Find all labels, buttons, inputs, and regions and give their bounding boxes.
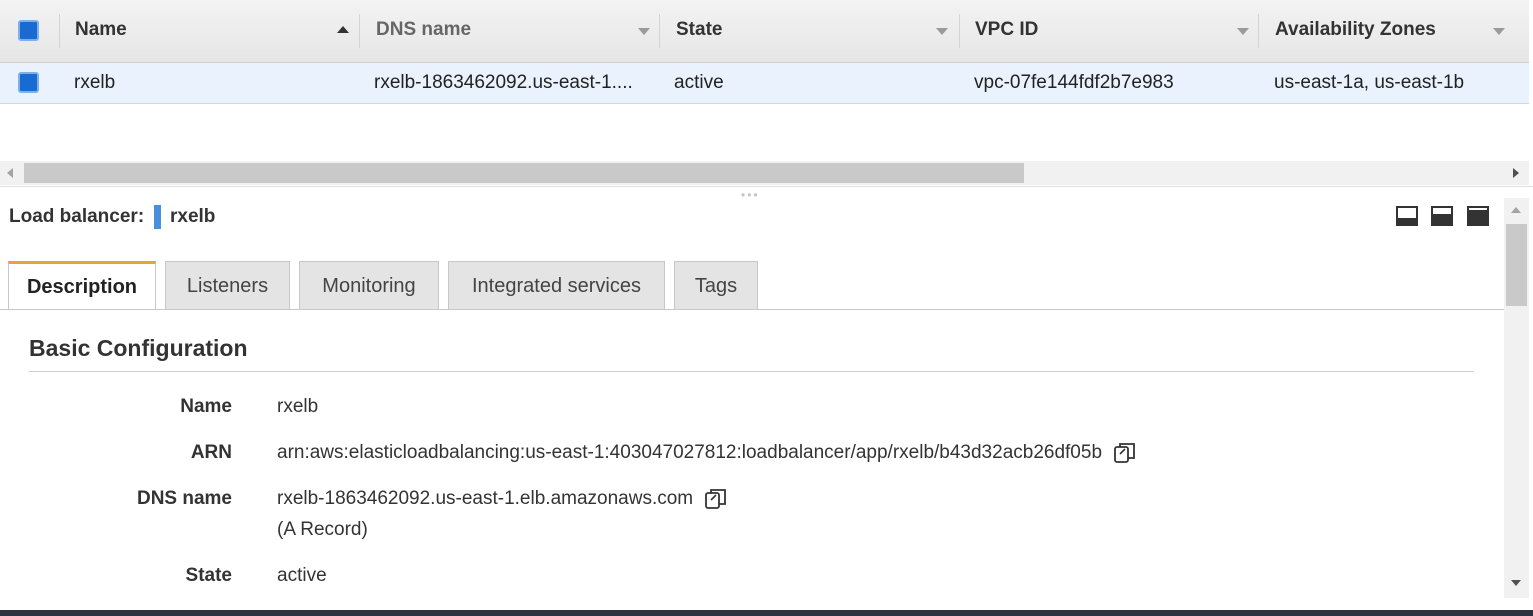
pane-layout-top-icon[interactable] [1467, 206, 1489, 226]
title-marker [154, 205, 161, 229]
vertical-scrollbar[interactable] [1504, 198, 1529, 598]
pane-layout-bottom-icon[interactable] [1396, 206, 1418, 226]
column-divider[interactable] [1258, 14, 1259, 48]
vertical-scroll-thumb[interactable] [1506, 224, 1527, 306]
section-divider [29, 371, 1474, 372]
field-value-name: rxelb [277, 396, 319, 417]
scroll-down-icon[interactable] [1511, 580, 1521, 586]
tab-monitoring[interactable]: Monitoring [299, 261, 439, 309]
column-divider[interactable] [959, 14, 960, 48]
row-checkbox[interactable] [18, 72, 39, 93]
field-label-dns-name: DNS name [136, 488, 232, 509]
tab-tags[interactable]: Tags [674, 261, 758, 309]
field-label-name: Name [180, 396, 232, 417]
field-value-state: active [277, 565, 327, 586]
column-header-vpc-id[interactable]: VPC ID [975, 0, 1255, 62]
pane-layout-split-icon[interactable] [1431, 206, 1453, 226]
section-title: Basic Configuration [29, 335, 248, 361]
scroll-up-icon[interactable] [1511, 207, 1521, 213]
copy-icon[interactable] [1113, 441, 1137, 465]
cell-name: rxelb [74, 72, 116, 93]
field-value-arn-row: arn:aws:elasticloadbalancing:us-east-1:4… [277, 440, 1137, 466]
column-header-availability-zones[interactable]: Availability Zones [1275, 0, 1515, 62]
horizontal-scroll-thumb[interactable] [24, 163, 1024, 183]
cell-dns-name: rxelb-1863462092.us-east-1.... [374, 72, 633, 93]
tab-listeners[interactable]: Listeners [165, 261, 290, 309]
tab-description[interactable]: Description [8, 261, 156, 310]
column-header-label: Name [75, 19, 127, 40]
field-value-dns-name[interactable]: rxelb-1863462092.us-east-1.elb.amazonaws… [277, 488, 693, 509]
sort-ascending-icon[interactable] [337, 26, 349, 33]
cell-availability-zones: us-east-1a, us-east-1b [1274, 72, 1465, 93]
column-divider[interactable] [659, 14, 660, 48]
details-title-label: Load balancer: [9, 206, 145, 227]
tab-integrated-services[interactable]: Integrated services [448, 261, 665, 309]
cell-state: active [674, 72, 724, 93]
pane-splitter[interactable] [0, 186, 1533, 198]
column-header-dns-name[interactable]: DNS name [376, 0, 656, 62]
details-title-value: rxelb [170, 206, 216, 227]
sort-dropdown-icon[interactable] [638, 28, 650, 35]
column-divider [59, 14, 60, 48]
tabs-divider [0, 309, 1504, 310]
column-divider[interactable] [359, 14, 360, 48]
copy-icon[interactable] [704, 487, 728, 511]
column-header-label: State [676, 19, 723, 40]
field-label-state: State [185, 565, 232, 586]
column-header-label: DNS name [376, 19, 472, 40]
bottom-bar [0, 610, 1533, 616]
field-value-dns-note: (A Record) [277, 519, 368, 540]
field-value-dns-row: rxelb-1863462092.us-east-1.elb.amazonaws… [277, 486, 728, 512]
horizontal-scrollbar[interactable] [0, 161, 1529, 185]
splitter-grip-icon[interactable]: ••• [741, 189, 760, 201]
field-label-arn: ARN [190, 442, 232, 463]
select-all-checkbox[interactable] [18, 20, 39, 41]
scroll-left-icon[interactable] [7, 168, 13, 178]
sort-dropdown-icon[interactable] [1237, 28, 1249, 35]
column-header-label: VPC ID [975, 19, 1039, 40]
scroll-right-icon[interactable] [1513, 168, 1519, 178]
sort-dropdown-icon[interactable] [1493, 28, 1505, 35]
table-row[interactable]: rxelb rxelb-1863462092.us-east-1.... act… [0, 63, 1529, 104]
field-value-arn[interactable]: arn:aws:elasticloadbalancing:us-east-1:4… [277, 442, 1102, 463]
column-header-state[interactable]: State [676, 0, 956, 62]
table-header: Name DNS name State VPC ID Availability … [0, 0, 1529, 63]
column-header-name[interactable]: Name [75, 0, 355, 62]
sort-dropdown-icon[interactable] [936, 28, 948, 35]
column-header-label: Availability Zones [1275, 19, 1436, 40]
cell-vpc-id: vpc-07fe144fdf2b7e983 [974, 72, 1174, 93]
